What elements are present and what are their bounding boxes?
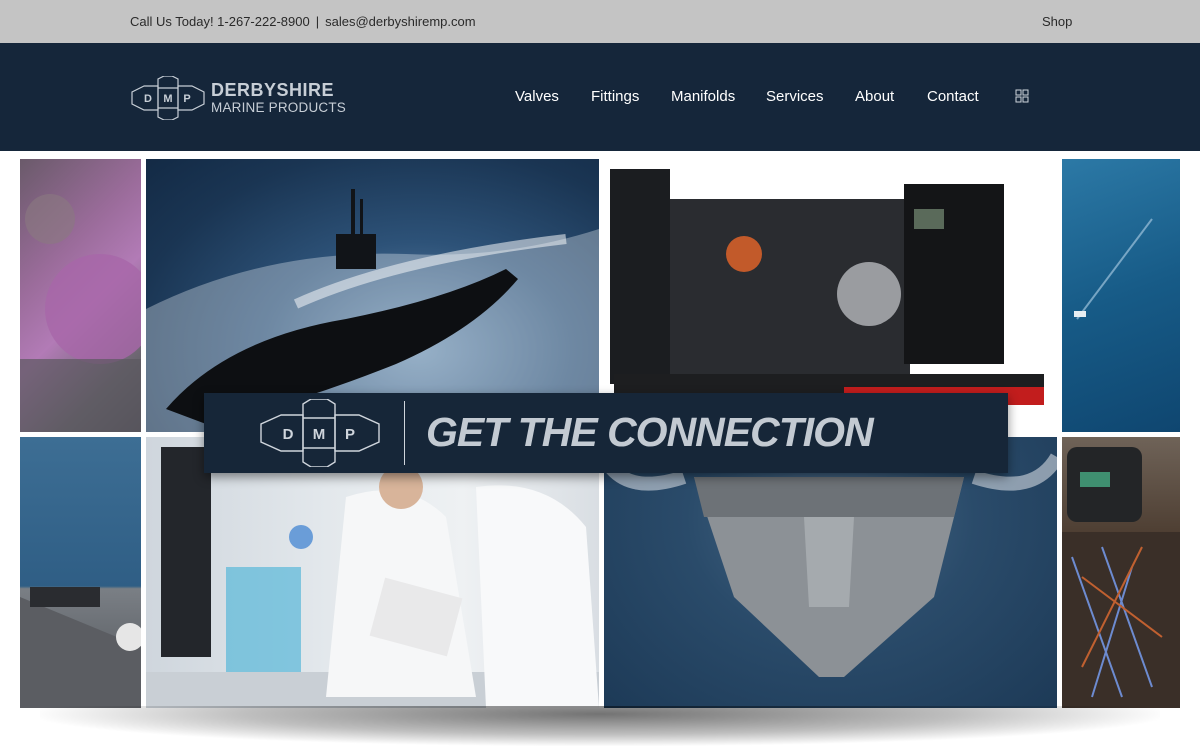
submarine-image	[146, 159, 599, 432]
logo-letter-m: M	[163, 93, 172, 105]
phone-text: Call Us Today! 1-267-222-8900	[130, 14, 310, 29]
brand-subtitle: MARINE PRODUCTS	[211, 100, 347, 115]
nav-valves[interactable]: Valves	[515, 88, 559, 105]
nav-fittings[interactable]: Fittings	[591, 88, 639, 105]
nav-about[interactable]: About	[855, 88, 894, 105]
email-link[interactable]: sales@derbyshiremp.com	[325, 14, 475, 29]
collage-shadow	[40, 706, 1160, 746]
carrier-deck-image	[20, 437, 141, 708]
warship-image	[604, 437, 1057, 708]
separator: |	[315, 14, 320, 29]
contact-info: Call Us Today! 1-267-222-8900 | sales@derb…	[130, 14, 476, 29]
banner-letter-d: D	[283, 426, 294, 443]
tagline-banner: D M P GET THE CONNECTION	[204, 393, 1008, 473]
nav-services[interactable]: Services	[766, 88, 824, 105]
site-logo[interactable]: D M P DERBYSHIRE MARINE PRODUCTS	[130, 76, 360, 120]
dmp-banner-logo-icon: D M P	[260, 399, 380, 467]
shop-link[interactable]: Shop	[1042, 14, 1072, 29]
banner-tagline: GET THE CONNECTION	[426, 409, 874, 455]
banner-letter-p: P	[345, 426, 355, 443]
brand-name: DERBYSHIRE	[211, 80, 335, 100]
ocean-ship-image	[1062, 159, 1180, 432]
generator-image	[604, 159, 1057, 432]
nav-contact[interactable]: Contact	[927, 88, 979, 105]
control-panel-image	[1062, 437, 1180, 708]
banner-divider	[404, 401, 405, 465]
laboratory-image	[146, 437, 599, 708]
dmp-logo-icon: D M P	[131, 76, 205, 120]
nav-manifolds[interactable]: Manifolds	[671, 88, 735, 105]
logo-letter-d: D	[144, 93, 152, 105]
logo-letter-p: P	[183, 93, 190, 105]
site-header: D M P DERBYSHIRE MARINE PRODUCTS Valves …	[0, 43, 1200, 151]
top-bar: Call Us Today! 1-267-222-8900 | sales@derb…	[0, 0, 1200, 43]
engine-machinery-image	[20, 159, 141, 432]
banner-letter-m: M	[313, 426, 326, 443]
grid-icon[interactable]	[1015, 89, 1029, 103]
